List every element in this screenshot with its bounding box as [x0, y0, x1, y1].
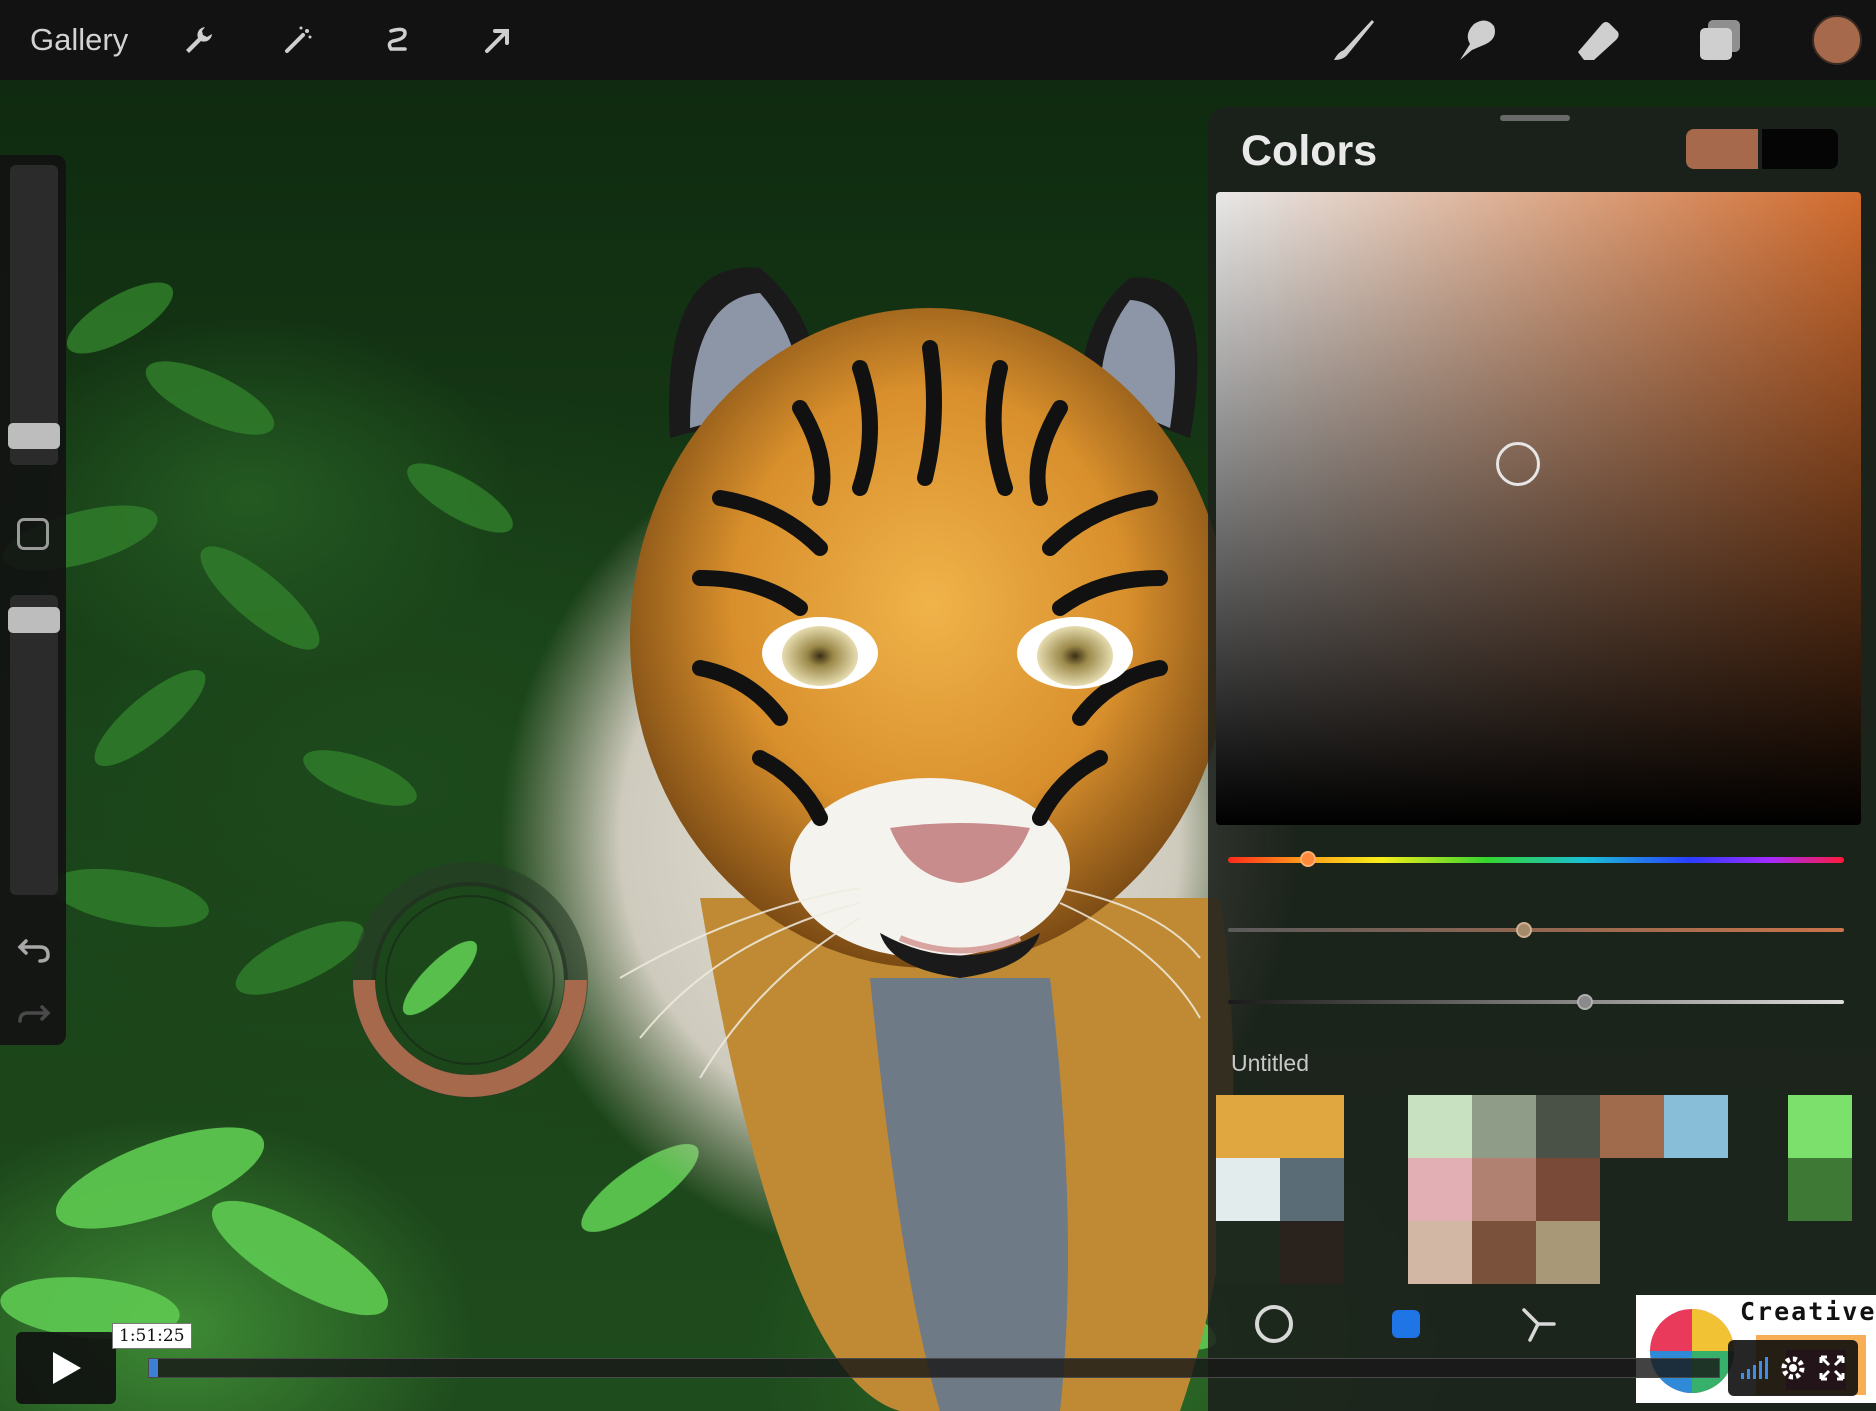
secondary-color-swatch[interactable] [1762, 129, 1838, 169]
palette-swatch[interactable] [1216, 1095, 1280, 1158]
palette-swatch[interactable] [1472, 1221, 1536, 1284]
color-picker-cursor[interactable] [1496, 442, 1540, 486]
palette-swatch[interactable] [1536, 1221, 1600, 1284]
primary-color-swatch[interactable] [1686, 129, 1758, 169]
brush-size-thumb[interactable] [8, 423, 60, 449]
palette-name: Untitled [1231, 1050, 1309, 1076]
undo-icon[interactable] [14, 927, 54, 967]
hue-slider-thumb[interactable] [1300, 851, 1317, 867]
settings-gear-icon[interactable] [1778, 1353, 1808, 1383]
palette-swatch[interactable] [1408, 1095, 1472, 1158]
saturation-slider[interactable] [1228, 922, 1844, 938]
brightness-slider-thumb[interactable] [1577, 994, 1594, 1010]
palette-swatch[interactable] [1280, 1095, 1344, 1158]
eraser-icon[interactable] [1568, 10, 1628, 70]
selection-icon[interactable] [368, 10, 428, 70]
brush-size-slider[interactable] [10, 165, 58, 465]
saturation-slider-thumb[interactable] [1515, 922, 1532, 938]
palette-swatch[interactable] [1472, 1158, 1536, 1221]
wrench-icon[interactable] [168, 10, 228, 70]
palette-swatch[interactable] [1280, 1221, 1344, 1284]
active-color-button[interactable] [1812, 15, 1862, 65]
play-button[interactable] [16, 1332, 116, 1404]
smudge-icon[interactable] [1446, 10, 1506, 70]
hue-slider[interactable] [1228, 851, 1844, 867]
opacity-slider[interactable] [10, 595, 58, 895]
color-ring-indicator [350, 860, 590, 1100]
brightness-slider[interactable] [1228, 994, 1844, 1010]
opacity-thumb[interactable] [8, 607, 60, 633]
transform-arrow-icon[interactable] [468, 10, 528, 70]
magic-wand-icon[interactable] [268, 10, 328, 70]
timestamp-tooltip: 1:51:25 [112, 1323, 192, 1349]
quality-bars-icon[interactable] [1739, 1353, 1769, 1383]
colors-title: Colors [1241, 127, 1378, 175]
watermark-text: Creative [1740, 1297, 1876, 1326]
palette-swatch[interactable] [1788, 1158, 1852, 1221]
video-progress-fill [149, 1359, 159, 1377]
palette-swatch[interactable] [1600, 1095, 1664, 1158]
fullscreen-icon[interactable] [1817, 1353, 1847, 1383]
video-player-controls: 1:51:25 [0, 1323, 1876, 1411]
palette-swatch[interactable] [1408, 1221, 1472, 1284]
layers-icon[interactable] [1690, 10, 1750, 70]
palette-swatch[interactable] [1536, 1158, 1600, 1221]
brush-icon[interactable] [1324, 10, 1384, 70]
video-progress-bar[interactable] [148, 1358, 1720, 1378]
palette-swatch[interactable] [1216, 1158, 1280, 1221]
modify-button[interactable] [17, 518, 49, 550]
redo-icon[interactable] [14, 993, 54, 1033]
play-icon [53, 1352, 81, 1384]
palette-swatch[interactable] [1216, 1221, 1280, 1284]
saturation-brightness-picker[interactable] [1216, 192, 1861, 825]
colors-panel: Colors Untitled [1208, 107, 1876, 1411]
palette-swatch[interactable] [1408, 1158, 1472, 1221]
top-toolbar: Gallery [0, 0, 1876, 80]
gallery-button[interactable]: Gallery [30, 22, 128, 58]
palette-swatch[interactable] [1536, 1095, 1600, 1158]
palette-swatch[interactable] [1788, 1095, 1852, 1158]
palette-swatch[interactable] [1280, 1158, 1344, 1221]
palette-swatch[interactable] [1472, 1095, 1536, 1158]
palette-swatch[interactable] [1664, 1095, 1728, 1158]
player-right-controls [1728, 1340, 1858, 1396]
left-sidebar [0, 155, 66, 1045]
panel-grabber[interactable] [1500, 115, 1570, 121]
